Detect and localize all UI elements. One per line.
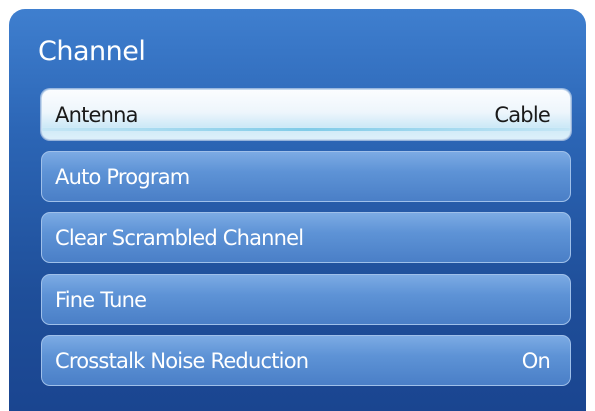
- menu-item-label: Fine Tune: [55, 287, 147, 312]
- menu-item-label: Auto Program: [55, 164, 190, 189]
- menu-item-antenna[interactable]: Antenna Cable: [41, 89, 571, 140]
- menu-item-fine-tune[interactable]: Fine Tune: [41, 273, 571, 325]
- menu-item-label: Crosstalk Noise Reduction: [55, 349, 309, 373]
- menu-title: Channel: [38, 36, 146, 67]
- menu-item-label: Clear Scrambled Channel: [55, 226, 304, 250]
- menu-item-label: Antenna: [55, 103, 139, 127]
- menu-item-value: On: [521, 349, 551, 373]
- channel-menu-panel: Channel Antenna Cable Auto Program Clear…: [9, 9, 586, 411]
- menu-item-crosstalk-noise-reduction[interactable]: Crosstalk Noise Reduction On: [41, 335, 571, 386]
- channel-menu-list: Antenna Cable Auto Program Clear Scrambl…: [41, 89, 571, 397]
- menu-item-auto-program[interactable]: Auto Program: [41, 150, 571, 202]
- menu-item-value: Cable: [494, 103, 550, 127]
- menu-item-clear-scrambled-channel[interactable]: Clear Scrambled Channel: [41, 212, 571, 263]
